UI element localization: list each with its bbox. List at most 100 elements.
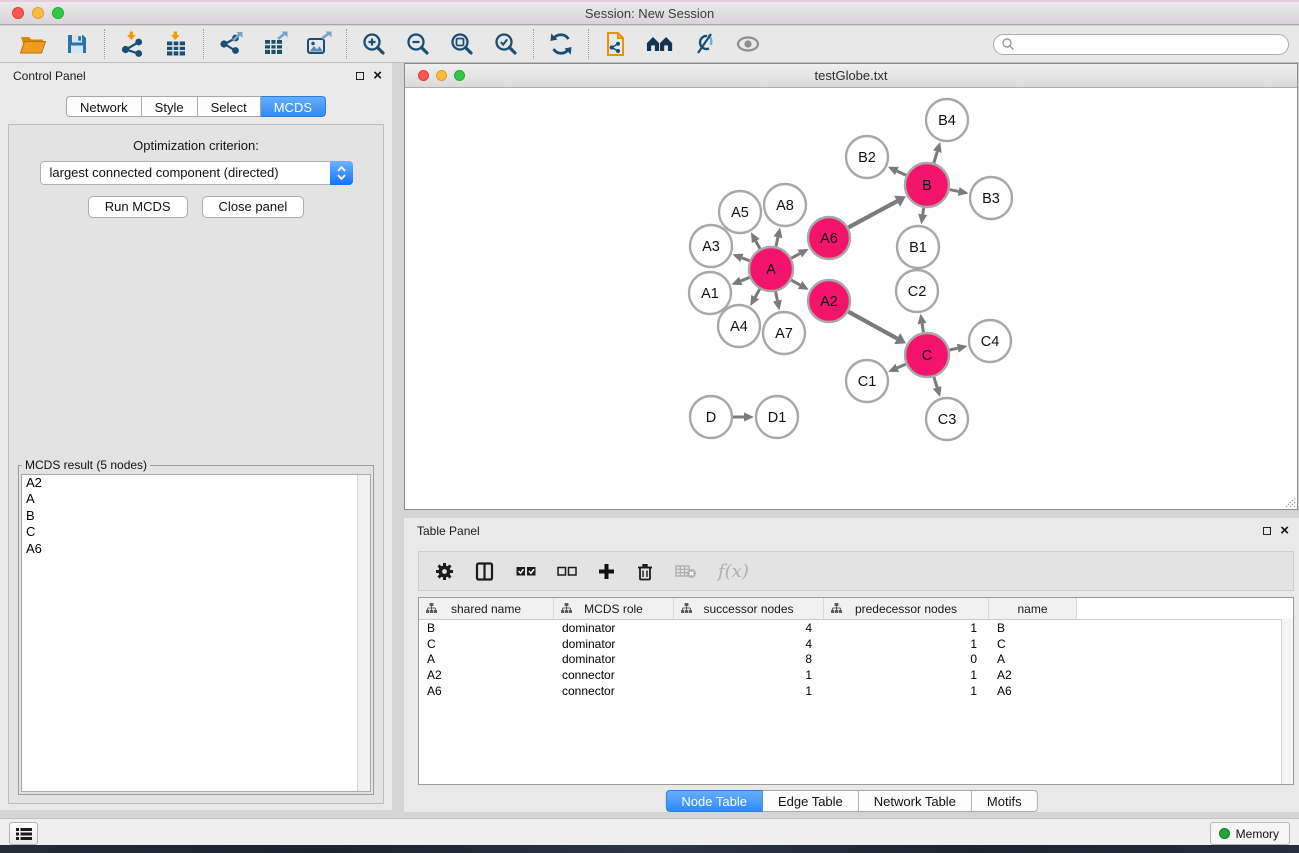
graph-node-C1[interactable]: C1 (846, 360, 888, 402)
unselect-all-columns-button[interactable] (557, 565, 577, 577)
graph-node-B[interactable]: B (905, 163, 949, 207)
float-panel-icon[interactable] (1263, 527, 1271, 535)
resize-grip-icon[interactable] (1283, 495, 1296, 508)
tab-select[interactable]: Select (198, 96, 261, 117)
run-mcds-button[interactable]: Run MCDS (88, 196, 188, 218)
tab-motifs[interactable]: Motifs (972, 790, 1038, 812)
graph-node-D[interactable]: D (690, 396, 732, 438)
tab-edge-table[interactable]: Edge Table (763, 790, 859, 812)
edge-A-A5[interactable] (756, 241, 760, 249)
zoom-selected-button[interactable] (492, 30, 520, 58)
delete-table-button[interactable] (675, 563, 697, 579)
table-row[interactable]: Adominator80A (419, 651, 1293, 667)
optimization-criterion-select[interactable]: largest connected component (directed) (40, 161, 353, 185)
edge-A-A6[interactable] (791, 254, 800, 259)
mcds-result-item[interactable]: A6 (22, 541, 370, 557)
float-panel-icon[interactable] (356, 72, 364, 80)
task-history-button[interactable] (9, 822, 38, 845)
search-field[interactable] (993, 34, 1289, 55)
edge-C-C3[interactable] (934, 377, 937, 388)
graph-node-B2[interactable]: B2 (846, 136, 888, 178)
show-hide-button[interactable] (734, 30, 762, 58)
edge-A-A3[interactable] (742, 258, 750, 261)
tab-node-table[interactable]: Node Table (665, 790, 763, 812)
zoom-in-button[interactable] (360, 30, 388, 58)
graph-node-A3[interactable]: A3 (690, 225, 732, 267)
edge-B-B4[interactable] (934, 152, 938, 163)
graph-node-A2[interactable]: A2 (808, 280, 850, 322)
column-header-name[interactable]: name (989, 598, 1077, 619)
edge-C-C1[interactable] (897, 364, 906, 368)
export-table-button[interactable] (261, 30, 289, 58)
edge-A2-C[interactable] (848, 312, 897, 339)
save-session-button[interactable] (63, 30, 91, 58)
edge-A-A2[interactable] (791, 280, 800, 285)
import-network-button[interactable] (118, 30, 146, 58)
table-scrollbar[interactable] (1281, 619, 1293, 784)
column-manager-button[interactable] (475, 562, 495, 581)
close-panel-button[interactable]: Close panel (202, 196, 305, 218)
mcds-list-scrollbar[interactable] (357, 475, 370, 791)
graph-node-A4[interactable]: A4 (718, 305, 760, 347)
zoom-fit-button[interactable] (448, 30, 476, 58)
open-session-button[interactable] (19, 30, 47, 58)
table-row[interactable]: Cdominator41C (419, 636, 1293, 652)
edge-B-B3[interactable] (950, 190, 959, 192)
memory-button[interactable]: Memory (1210, 822, 1290, 845)
network-canvas[interactable]: B4B2BB3A8A5A6B1A3AC2A1A2A4A7C4CC1C3DD1 (405, 88, 1297, 509)
graph-node-B1[interactable]: B1 (897, 226, 939, 268)
first-neighbors-button[interactable] (646, 30, 674, 58)
combo-stepper-icon[interactable] (330, 161, 353, 185)
table-settings-button[interactable] (435, 562, 454, 581)
mcds-result-item[interactable]: C (22, 524, 370, 540)
graph-node-A8[interactable]: A8 (764, 184, 806, 226)
function-builder-button[interactable]: f(x) (718, 561, 749, 582)
tab-style[interactable]: Style (142, 96, 198, 117)
tab-network-table[interactable]: Network Table (859, 790, 972, 812)
graph-node-A6[interactable]: A6 (808, 217, 850, 259)
new-network-from-selection-button[interactable] (602, 30, 630, 58)
edge-C-C2[interactable] (922, 324, 923, 333)
edge-B-B2[interactable] (897, 171, 906, 175)
refresh-button[interactable] (547, 30, 575, 58)
graph-node-A5[interactable]: A5 (719, 191, 761, 233)
graph-node-C[interactable]: C (905, 333, 949, 377)
edge-A-A8[interactable] (776, 237, 778, 246)
tab-network[interactable]: Network (66, 96, 142, 117)
edge-A-A1[interactable] (741, 277, 750, 280)
export-image-button[interactable] (305, 30, 333, 58)
graph-node-B3[interactable]: B3 (970, 177, 1012, 219)
edge-A-A7[interactable] (776, 292, 778, 301)
tab-mcds[interactable]: MCDS (261, 96, 326, 117)
network-minimize-button[interactable] (436, 70, 447, 81)
add-column-button[interactable] (598, 563, 615, 580)
select-all-columns-button[interactable] (516, 565, 536, 577)
graphics-details-button[interactable] (690, 30, 718, 58)
column-header-MCDS-role[interactable]: MCDS role (554, 598, 674, 619)
column-header-successor-nodes[interactable]: successor nodes (674, 598, 824, 619)
table-row[interactable]: A6connector11A6 (419, 683, 1293, 699)
zoom-out-button[interactable] (404, 30, 432, 58)
delete-column-button[interactable] (636, 562, 654, 581)
edge-B-B1[interactable] (923, 208, 924, 215)
graph-node-D1[interactable]: D1 (756, 396, 798, 438)
mcds-result-item[interactable]: A (22, 491, 370, 507)
import-table-button[interactable] (162, 30, 190, 58)
table-row[interactable]: A2connector11A2 (419, 667, 1293, 683)
column-header-shared-name[interactable]: shared name (419, 598, 554, 619)
edge-A-A4[interactable] (755, 289, 760, 297)
graph-node-C4[interactable]: C4 (969, 320, 1011, 362)
export-network-button[interactable] (217, 30, 245, 58)
graph-node-A7[interactable]: A7 (763, 312, 805, 354)
close-panel-icon[interactable]: × (1280, 524, 1289, 537)
graph-node-C2[interactable]: C2 (896, 270, 938, 312)
node-table[interactable]: shared name MCDS role successor nodes pr… (418, 597, 1294, 785)
close-panel-icon[interactable]: × (373, 69, 382, 82)
search-input[interactable] (1015, 35, 1288, 53)
network-close-button[interactable] (418, 70, 429, 81)
column-header-predecessor-nodes[interactable]: predecessor nodes (824, 598, 989, 619)
graph-node-C3[interactable]: C3 (926, 398, 968, 440)
mcds-result-list[interactable]: A2ABCA6 (21, 474, 371, 792)
graph-node-A[interactable]: A (749, 247, 793, 291)
table-row[interactable]: Bdominator41B (419, 620, 1293, 636)
